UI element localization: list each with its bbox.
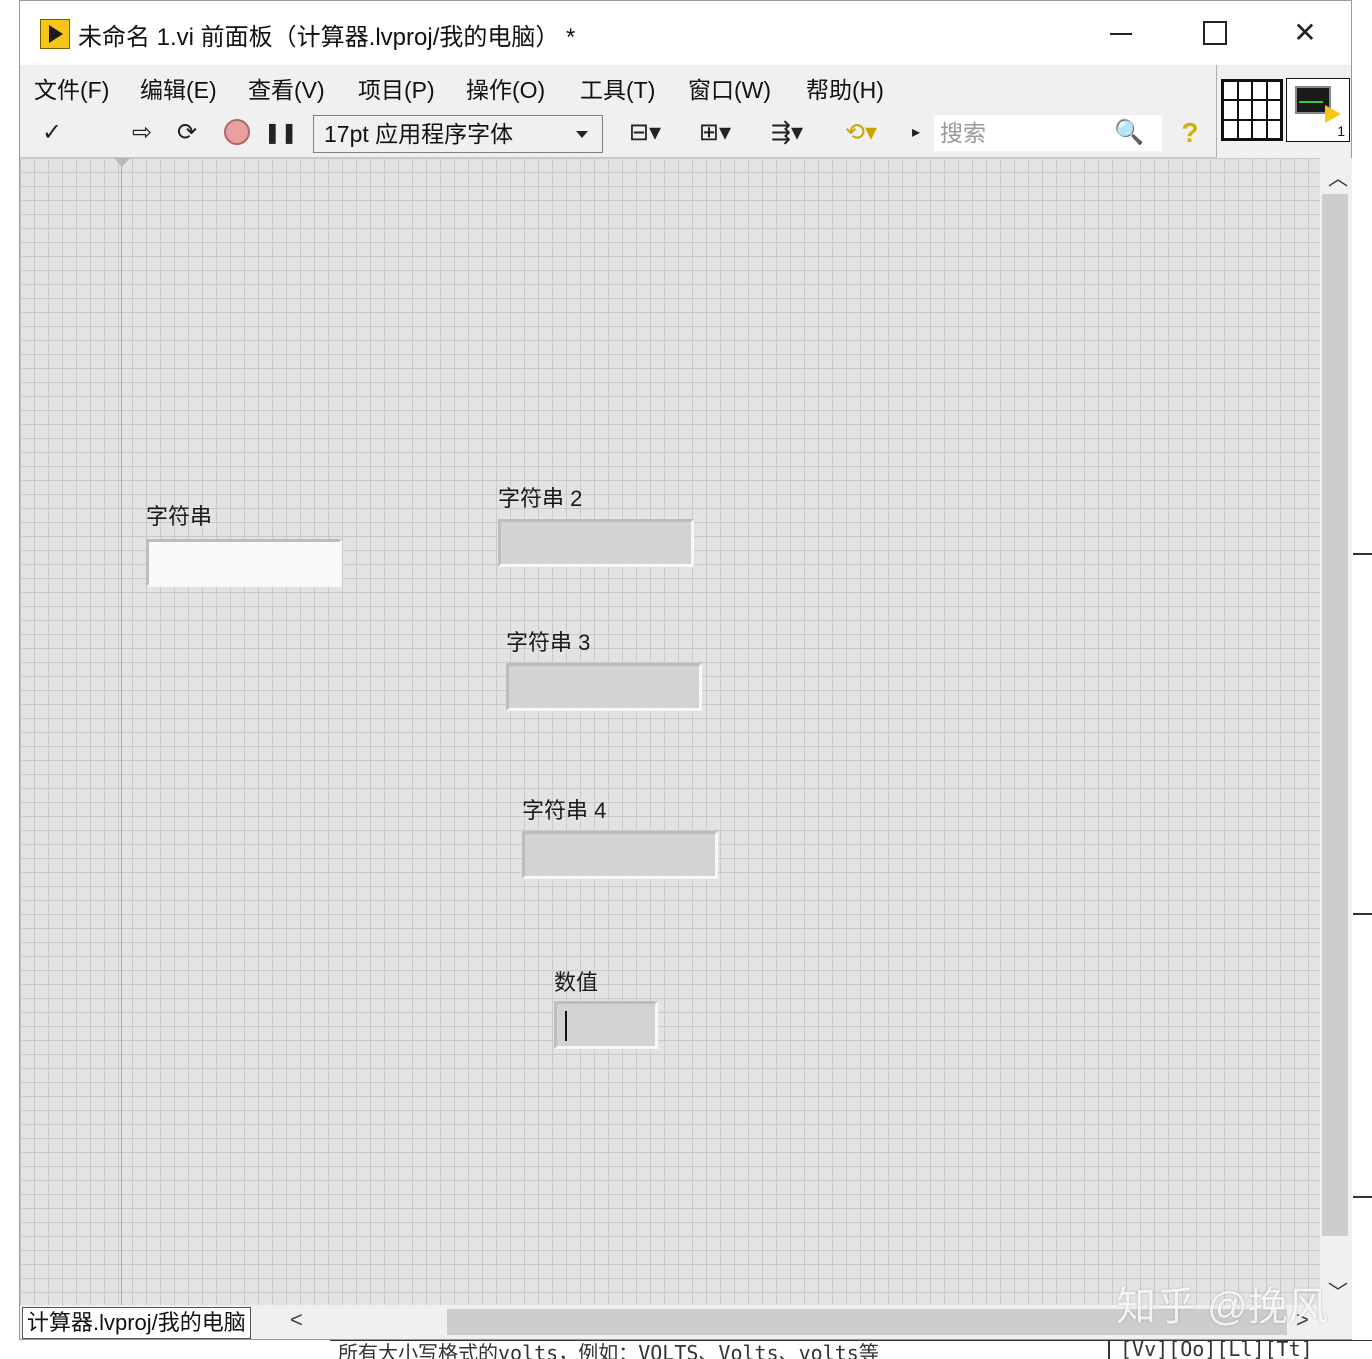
- origin-line: [121, 158, 122, 1305]
- run-arrow-icon[interactable]: ⇨: [128, 119, 156, 147]
- vertical-scrollbar[interactable]: ︿ ﹀: [1320, 158, 1352, 1305]
- minimize-button[interactable]: [1102, 15, 1142, 51]
- text-cursor: [565, 1011, 567, 1041]
- menu-window[interactable]: 窗口(W): [688, 71, 771, 105]
- origin-marker: [114, 158, 130, 167]
- labview-app-icon[interactable]: [40, 19, 70, 49]
- menu-help[interactable]: 帮助(H): [806, 71, 884, 105]
- check-icon[interactable]: ✓: [38, 119, 66, 147]
- menu-file[interactable]: 文件(F): [34, 71, 109, 105]
- vi-icon-number: 1: [1337, 123, 1345, 139]
- front-panel-canvas[interactable]: 字符串 字符串 2 字符串 3 字符串 4 数值: [20, 158, 1320, 1305]
- help-icon[interactable]: ?: [1176, 119, 1204, 147]
- expand-toolbar-icon[interactable]: ▸: [908, 119, 924, 147]
- string-3-label[interactable]: 字符串 3: [506, 625, 590, 657]
- title-bar[interactable]: 未命名 1.vi 前面板（计算器.lvproj/我的电脑） * ✕: [20, 1, 1351, 65]
- chevron-down-icon: [576, 131, 588, 138]
- watermark: 知乎 @挽风: [1116, 1285, 1328, 1329]
- search-icon[interactable]: 🔍: [1112, 119, 1146, 147]
- menu-project[interactable]: 项目(P): [358, 71, 435, 105]
- menu-edit[interactable]: 编辑(E): [140, 71, 217, 105]
- close-button[interactable]: ✕: [1285, 15, 1325, 51]
- string-2-label[interactable]: 字符串 2: [498, 481, 582, 513]
- string-4-label[interactable]: 字符串 4: [522, 793, 606, 825]
- distribute-objects-icon[interactable]: ⊞▾: [690, 119, 740, 147]
- menu-operate[interactable]: 操作(O): [466, 71, 545, 105]
- string-control[interactable]: [146, 539, 342, 587]
- string-4-indicator[interactable]: [522, 831, 718, 879]
- menu-view[interactable]: 查看(V): [248, 71, 325, 105]
- reorder-icon[interactable]: ⟲▾: [834, 119, 888, 147]
- numeric-label[interactable]: 数值: [554, 965, 598, 997]
- toolbar: ✓ ⇨ ⟳ ❚❚ 17pt 应用程序字体 ⊟▾ ⊞▾ ⇶▾ ⟲▾ ▸ 搜索 🔍 …: [20, 107, 1217, 158]
- numeric-indicator[interactable]: [554, 1001, 658, 1049]
- scroll-up-icon[interactable]: ︿: [1328, 162, 1348, 191]
- background-document-strip: 所有大小写格式的volts，例如：VOLTS、Volts、volts等 [Vv]…: [330, 1340, 1372, 1359]
- scroll-left-icon[interactable]: <: [290, 1307, 303, 1333]
- scroll-down-icon[interactable]: ﹀: [1328, 1276, 1348, 1305]
- vi-icon[interactable]: 1: [1286, 78, 1350, 142]
- background-window-edge: [1353, 0, 1372, 1340]
- font-dropdown[interactable]: 17pt 应用程序字体: [313, 115, 603, 153]
- project-context-label[interactable]: 计算器.lvproj/我的电脑: [22, 1307, 251, 1339]
- resize-objects-icon[interactable]: ⇶▾: [760, 119, 814, 147]
- abort-execution-icon[interactable]: [222, 119, 252, 147]
- string-3-indicator[interactable]: [506, 663, 702, 711]
- background-text-right: [Vv][Oo][Ll][Tt]: [1120, 1340, 1313, 1359]
- connector-pane-icon[interactable]: [1221, 79, 1283, 141]
- divider: [1216, 65, 1217, 157]
- vertical-scroll-thumb[interactable]: [1322, 194, 1348, 1236]
- pause-icon[interactable]: ❚❚: [264, 119, 298, 147]
- menu-bar: 文件(F) 编辑(E) 查看(V) 项目(P) 操作(O) 工具(T) 窗口(W…: [20, 65, 1217, 107]
- string-2-indicator[interactable]: [498, 519, 694, 567]
- menu-tools[interactable]: 工具(T): [580, 71, 655, 105]
- font-dropdown-value: 17pt 应用程序字体: [324, 121, 514, 147]
- align-objects-icon[interactable]: ⊟▾: [620, 119, 670, 147]
- window-title: 未命名 1.vi 前面板（计算器.lvproj/我的电脑） *: [78, 24, 576, 51]
- string-control-label[interactable]: 字符串: [146, 499, 212, 531]
- labview-front-panel-window: 未命名 1.vi 前面板（计算器.lvproj/我的电脑） * ✕ 文件(F) …: [19, 0, 1352, 1340]
- run-continuously-icon[interactable]: ⟳: [170, 119, 204, 147]
- background-text: 所有大小写格式的volts，例如：VOLTS、Volts、volts等: [338, 1341, 879, 1359]
- maximize-button[interactable]: [1195, 15, 1235, 51]
